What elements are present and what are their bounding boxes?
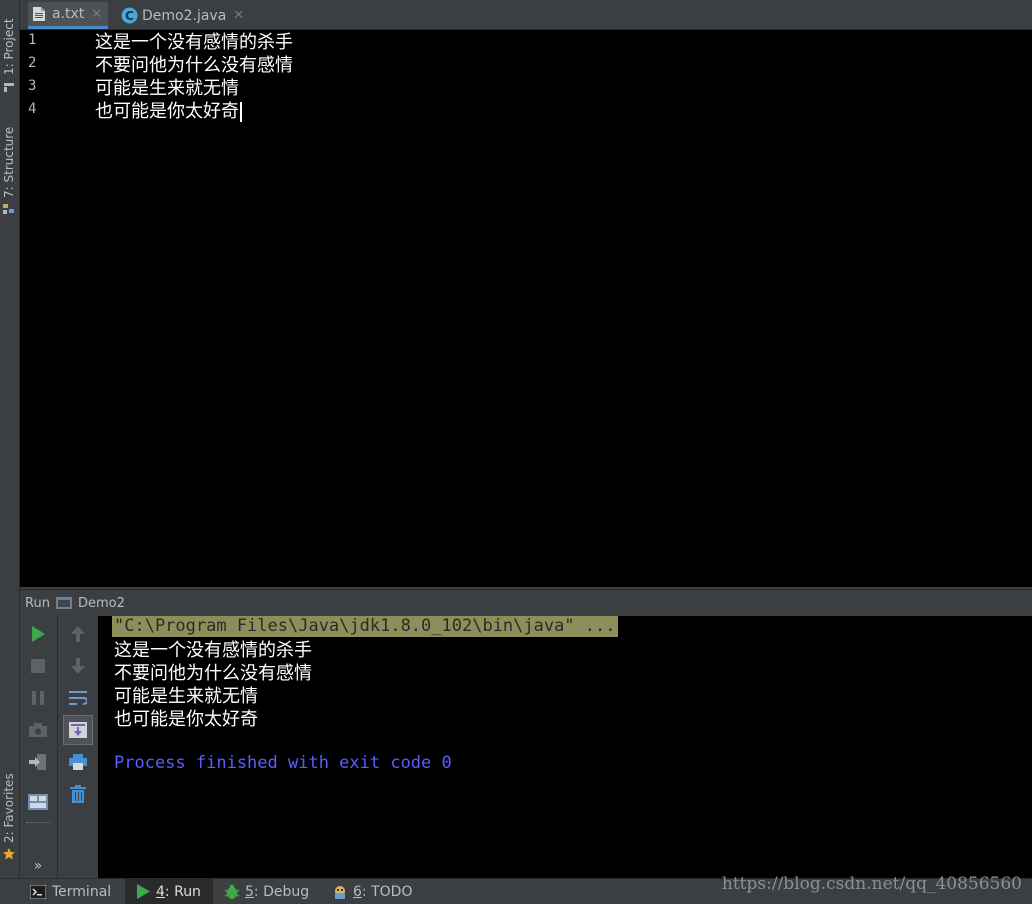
clear-all-button[interactable]	[66, 782, 90, 806]
soft-wrap-icon	[69, 691, 87, 705]
layout-icon	[28, 794, 48, 810]
code-line: 也可能是你太好奇	[95, 97, 242, 123]
line-number: 1	[28, 32, 37, 48]
bug-icon	[224, 884, 240, 899]
project-icon	[4, 83, 14, 92]
run-config-name[interactable]: Demo2	[78, 596, 125, 611]
stop-icon	[31, 659, 45, 673]
debug-tool-tab[interactable]: 5: Debug	[224, 879, 309, 904]
soft-wrap-button[interactable]	[66, 686, 90, 710]
scroll-to-end-icon	[69, 722, 87, 738]
play-icon	[32, 626, 45, 642]
todo-tool-tab[interactable]: 6: TODO	[332, 879, 412, 904]
print-button[interactable]	[66, 750, 90, 774]
stop-button[interactable]	[26, 654, 50, 678]
left-tool-strip: 1: Project 7: Structure 2: Favorites	[0, 0, 20, 878]
todo-tab-number: 6	[353, 883, 362, 900]
structure-tool-tab[interactable]: 7: Structure	[0, 118, 19, 223]
project-tool-tab[interactable]: 1: Project	[0, 0, 19, 100]
favorites-tool-tab[interactable]: 2: Favorites	[0, 765, 19, 865]
tab-label: Demo2.java	[142, 7, 227, 24]
run-panel-header: Run Demo2	[20, 589, 1032, 617]
text-file-icon	[33, 7, 45, 21]
text-caret	[240, 102, 242, 122]
line-number: 4	[28, 101, 37, 117]
structure-icon	[3, 204, 14, 214]
trash-icon	[70, 785, 86, 803]
bottom-tool-bar: Terminal 4: Run 5: Debug 6: TODO https:/…	[0, 874, 1032, 904]
console-output-line: 也可能是你太好奇	[114, 709, 258, 730]
java-command-line: "C:\Program Files\Java\jdk1.8.0_102\bin\…	[112, 616, 618, 637]
close-icon[interactable]: ✕	[91, 7, 102, 22]
scroll-down-button[interactable]	[66, 654, 90, 678]
favorites-tool-label: 2: Favorites	[2, 773, 16, 843]
run-tool-label: Run	[25, 595, 50, 611]
svg-text:C: C	[125, 9, 134, 23]
play-icon	[137, 884, 150, 899]
project-tool-label: 1: Project	[2, 18, 16, 75]
todo-icon	[335, 885, 345, 899]
arrow-down-icon	[71, 658, 85, 674]
toolbar-dots	[26, 822, 50, 823]
line-number: 3	[28, 78, 37, 94]
rerun-button[interactable]	[26, 622, 50, 646]
terminal-icon	[30, 884, 46, 899]
printer-icon	[69, 754, 87, 770]
arrow-up-icon	[71, 626, 85, 642]
scroll-up-button[interactable]	[66, 622, 90, 646]
terminal-label: Terminal	[52, 883, 112, 900]
pause-button[interactable]	[26, 686, 50, 710]
editor-tab-bar: a.txt ✕ C Demo2.java ✕	[20, 0, 1032, 30]
tab-label: a.txt	[52, 6, 85, 22]
debug-tab-label: : Debug	[253, 883, 310, 900]
terminal-tool-tab[interactable]: Terminal	[30, 879, 111, 904]
more-button[interactable]: »	[26, 854, 50, 878]
camera-icon	[29, 723, 47, 737]
exit-icon	[29, 754, 46, 770]
java-class-icon: C	[121, 7, 138, 24]
close-icon[interactable]: ✕	[233, 8, 244, 23]
chevron-right-icon: »	[33, 858, 43, 874]
watermark-url: https://blog.csdn.net/qq_40856560	[721, 874, 1022, 894]
run-tool-tab[interactable]: 4: Run	[125, 879, 213, 904]
star-icon	[3, 848, 15, 860]
todo-tab-label: : TODO	[361, 883, 413, 900]
run-toolbar-primary: »	[20, 616, 58, 878]
run-toolbar-secondary	[58, 616, 97, 878]
tab-demo2-java[interactable]: C Demo2.java ✕	[117, 2, 250, 29]
console-output[interactable]: "C:\Program Files\Java\jdk1.8.0_102\bin\…	[98, 616, 1032, 878]
structure-tool-label: 7: Structure	[2, 126, 16, 198]
editor-area[interactable]: 1 2 3 4 这是一个没有感情的杀手 不要问他为什么没有感情 可能是生来就无情…	[20, 30, 1032, 587]
run-tab-label: : Run	[164, 883, 201, 900]
exit-button[interactable]	[26, 750, 50, 774]
run-tab-number: 4	[156, 883, 165, 900]
pause-icon	[32, 691, 44, 705]
debug-tab-number: 5	[245, 883, 254, 900]
run-config-icon	[55, 597, 72, 609]
dump-threads-button[interactable]	[26, 718, 50, 742]
line-number: 2	[28, 55, 37, 71]
layout-button[interactable]	[26, 790, 50, 814]
process-finished-message: Process finished with exit code 0	[114, 753, 452, 773]
scroll-to-end-button[interactable]	[63, 715, 93, 745]
tab-a-txt[interactable]: a.txt ✕	[28, 2, 109, 29]
